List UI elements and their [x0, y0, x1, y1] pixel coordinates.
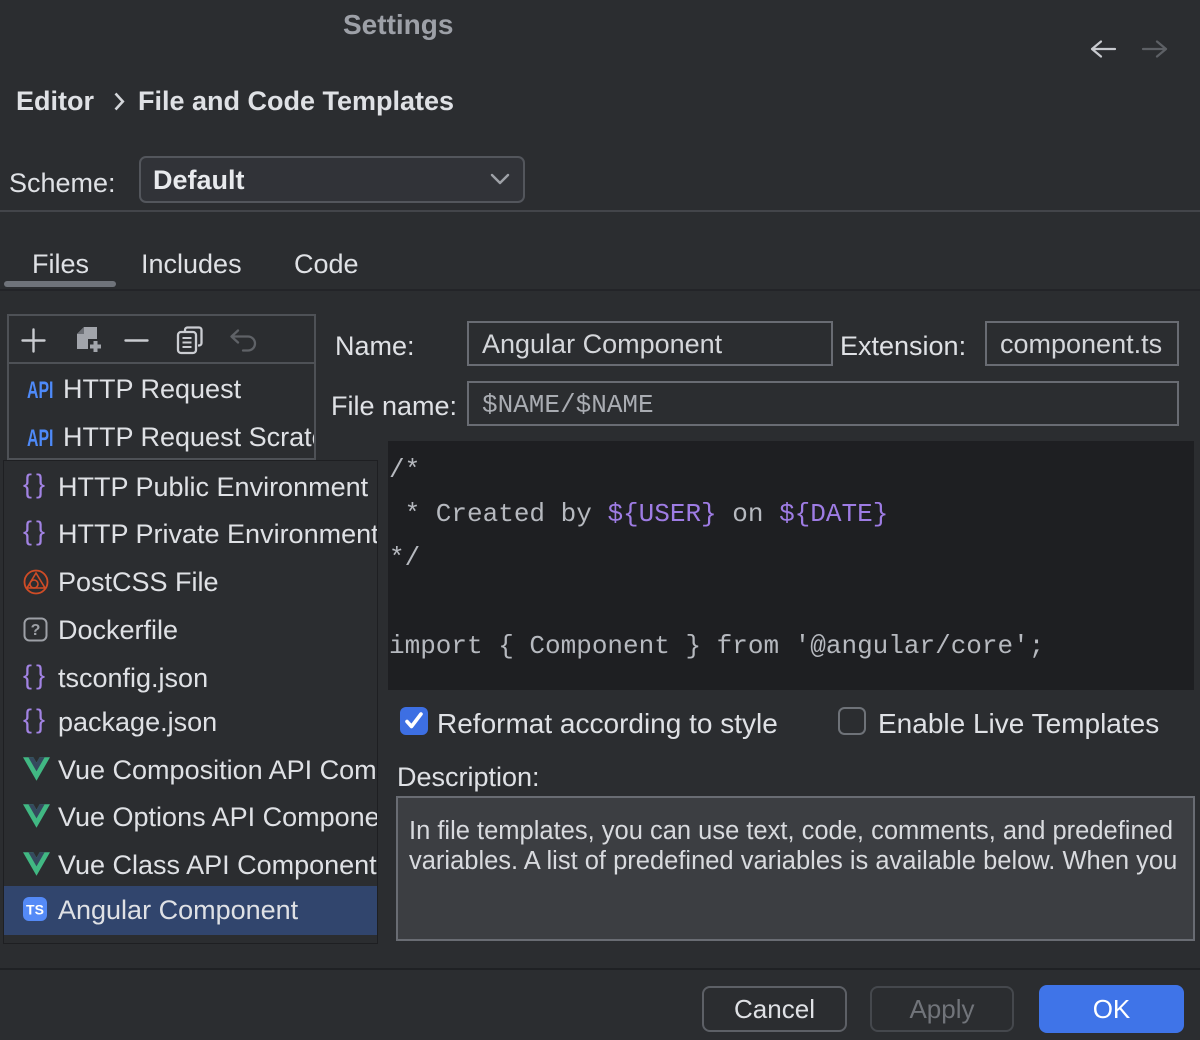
svg-text:?: ? [31, 622, 41, 639]
svg-text:TS: TS [26, 901, 44, 917]
